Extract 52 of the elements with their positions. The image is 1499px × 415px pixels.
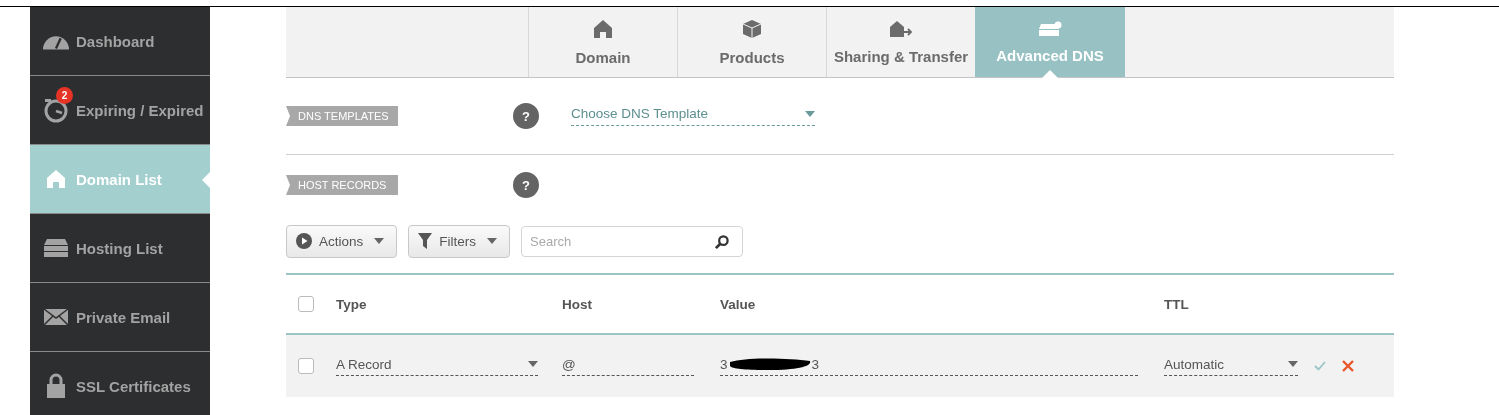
actions-button[interactable]: Actions <box>286 224 398 258</box>
column-header: Host <box>562 296 593 312</box>
column-header: TTL <box>1164 296 1190 312</box>
ttl-dropdown[interactable]: Automatic <box>1164 356 1298 376</box>
notification-badge: 2 <box>56 87 73 104</box>
section-label: HOST RECORDS <box>286 175 398 195</box>
filter-icon <box>418 233 433 249</box>
sidebar-item[interactable]: Private Email <box>30 283 210 352</box>
tab[interactable]: Domain <box>528 7 677 77</box>
section-label: DNS TEMPLATES <box>286 106 398 126</box>
checkmark-icon[interactable] <box>1314 361 1326 371</box>
sidebar-label: Expiring / Expired <box>76 101 204 119</box>
help-icon[interactable]: ? <box>513 172 539 198</box>
template-dropdown[interactable]: Choose DNS Template <box>571 106 815 126</box>
caret-icon <box>374 238 385 244</box>
house-icon <box>46 169 66 189</box>
tab[interactable]: Products <box>677 7 826 77</box>
help-icon[interactable]: ? <box>513 103 539 129</box>
sidebar-label: Domain List <box>76 170 162 188</box>
caret-icon <box>805 110 815 117</box>
filters-button[interactable]: Filters <box>408 224 511 258</box>
sidebar-label: Hosting List <box>76 239 163 257</box>
caret-icon <box>487 238 498 244</box>
play-icon <box>296 233 312 249</box>
row-checkbox[interactable] <box>298 358 314 374</box>
value-field[interactable]: 3 3 <box>720 356 1138 376</box>
caret-icon <box>528 361 538 367</box>
search-icon <box>714 234 730 250</box>
caret-icon <box>1288 361 1298 367</box>
sidebar-item[interactable]: SSL Certificates <box>30 352 210 415</box>
sidebar-item[interactable]: Dashboard <box>30 7 210 76</box>
column-header: Value <box>720 296 757 312</box>
house-icon <box>593 18 613 39</box>
host-field[interactable]: @ <box>562 356 694 376</box>
pointer-notch <box>1042 70 1058 78</box>
pointer-notch <box>202 172 210 188</box>
server-gear-icon <box>1038 20 1062 37</box>
sidebar-label: Private Email <box>76 308 171 326</box>
lock-icon <box>46 373 66 399</box>
server-icon <box>43 238 69 258</box>
select-all-checkbox[interactable] <box>298 296 314 312</box>
house-arrow-icon <box>889 19 913 38</box>
column-header: Type <box>336 296 368 312</box>
close-icon[interactable] <box>1342 360 1354 372</box>
sidebar-label: SSL Certificates <box>76 377 191 395</box>
sidebar-item[interactable]: Hosting List <box>30 214 210 283</box>
box-icon <box>742 18 762 39</box>
search-field[interactable]: Search <box>521 225 744 257</box>
stopwatch-icon <box>43 97 69 123</box>
sidebar-label: Dashboard <box>76 32 155 50</box>
envelope-icon <box>43 308 69 326</box>
type-dropdown[interactable]: A Record <box>336 356 538 376</box>
